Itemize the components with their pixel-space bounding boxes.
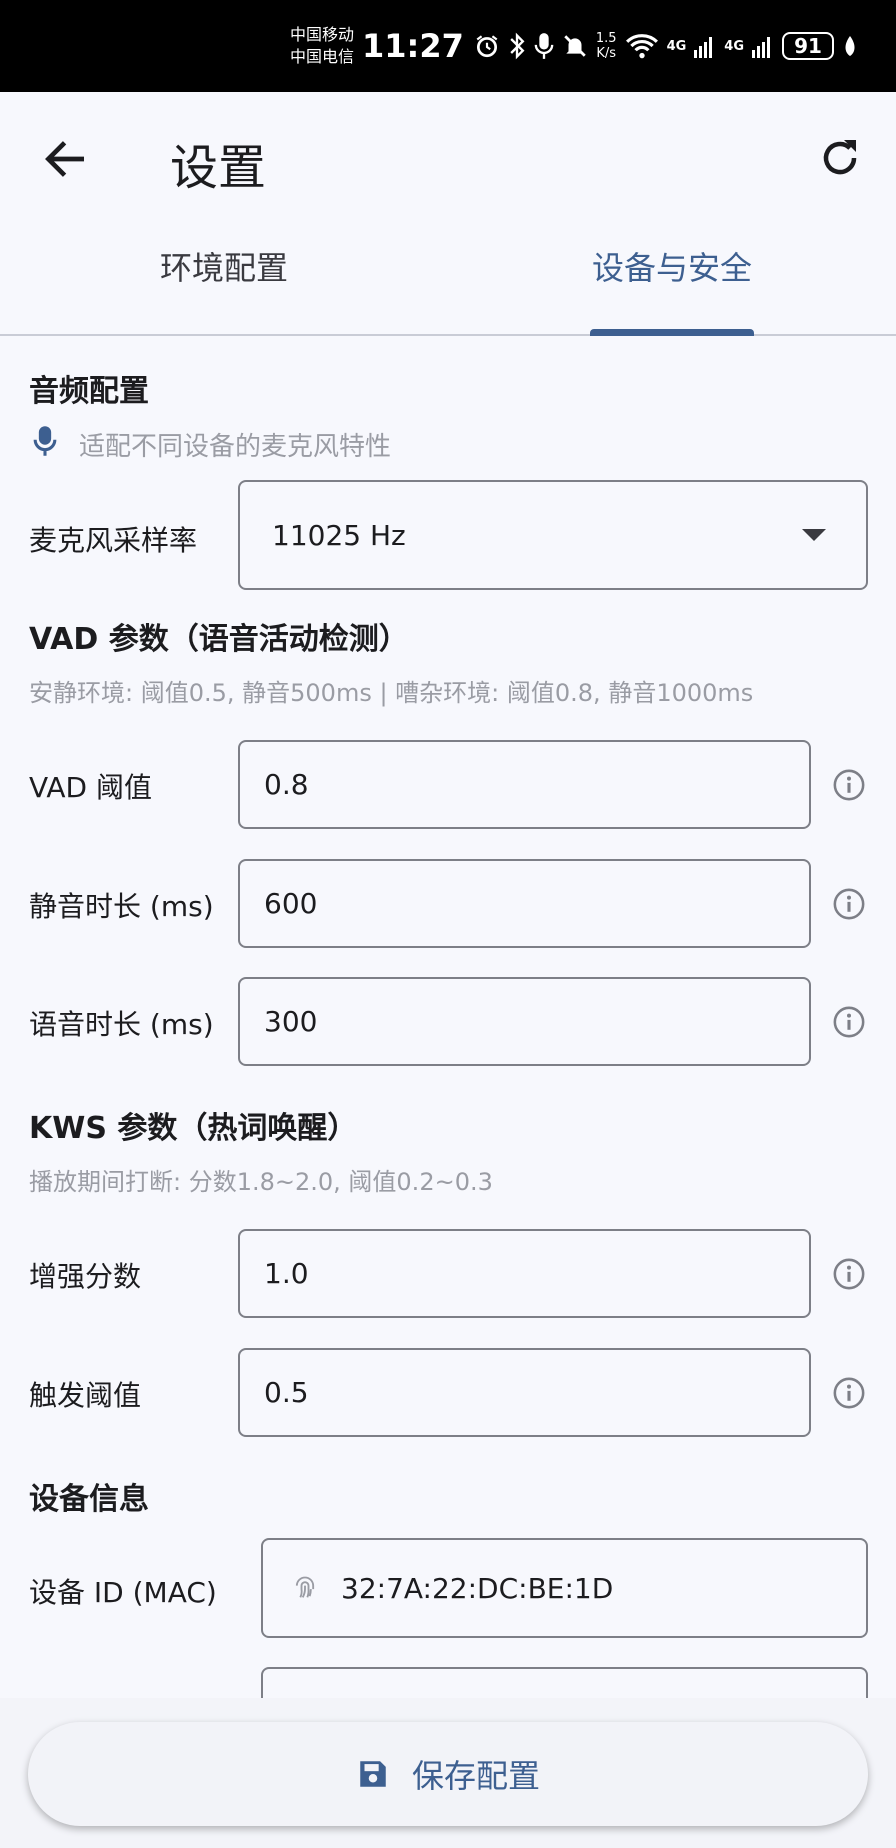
save-icon xyxy=(360,1761,386,1787)
signal-1-label: 4G xyxy=(666,38,687,54)
info-icon[interactable] xyxy=(832,1257,866,1291)
boost-score-value: 1.0 xyxy=(264,1257,309,1290)
sample-rate-label: 麦克风采样率 xyxy=(29,524,198,557)
silence-duration-input[interactable]: 600 xyxy=(238,859,811,948)
app-bar: 设置 xyxy=(0,92,896,222)
info-icon[interactable] xyxy=(832,887,866,921)
signal-2-label: 4G xyxy=(724,38,744,54)
vad-threshold-label: VAD 阈值 xyxy=(29,771,152,804)
vad-threshold-value: 0.8 xyxy=(264,768,309,801)
kws-section-title: KWS 参数（热词唤醒） xyxy=(29,1111,358,1146)
tab-device-security-label: 设备与安全 xyxy=(591,249,752,287)
page-title: 设置 xyxy=(170,140,267,196)
info-icon[interactable] xyxy=(832,1005,866,1039)
sample-rate-select[interactable]: 11025 Hz xyxy=(238,480,868,590)
boost-score-label: 增强分数 xyxy=(29,1260,142,1293)
info-icon[interactable] xyxy=(832,768,866,802)
fingerprint-icon xyxy=(295,1576,315,1598)
wifi-icon xyxy=(625,34,658,59)
trigger-threshold-input[interactable]: 0.5 xyxy=(238,1348,811,1437)
silence-duration-label: 静音时长 (ms) xyxy=(29,890,214,923)
device-id-value: 32:7A:22:DC:BE:1D xyxy=(341,1571,614,1605)
device-section-title: 设备信息 xyxy=(29,1482,149,1517)
battery-indicator: 91 xyxy=(782,32,834,60)
silence-duration-value: 600 xyxy=(264,887,318,920)
net-speed-unit: K/s xyxy=(596,46,617,61)
net-speed-value: 1.5 xyxy=(595,31,617,46)
speech-duration-label: 语音时长 (ms) xyxy=(29,1008,214,1041)
net-speed: 1.5 K/s xyxy=(596,31,617,61)
speech-duration-input[interactable]: 300 xyxy=(238,977,811,1066)
status-bar: 中国移动 中国电信 11:27 1.5 K/s 4G 4G 91 xyxy=(0,0,896,92)
vad-threshold-input[interactable]: 0.8 xyxy=(238,740,811,829)
tab-device-security[interactable]: 设备与安全 xyxy=(448,222,896,336)
leaf-icon xyxy=(845,36,855,56)
alarm-icon xyxy=(476,35,498,58)
microphone-icon xyxy=(33,426,57,456)
signal-1-icon xyxy=(694,37,713,58)
kws-hint: 播放期间打断: 分数1.8~2.0, 阈值0.2~0.3 xyxy=(29,1168,493,1196)
microphone-icon xyxy=(534,33,554,59)
chevron-down-icon xyxy=(802,529,826,541)
status-time: 11:27 xyxy=(362,27,464,65)
vad-section-title: VAD 参数（语音活动检测） xyxy=(29,622,409,657)
trigger-threshold-label: 触发阈值 xyxy=(29,1379,142,1412)
audio-hint: 适配不同设备的麦克风特性 xyxy=(79,432,392,462)
tab-indicator xyxy=(590,329,754,336)
tab-bar: 环境配置 设备与安全 xyxy=(0,222,896,336)
info-icon[interactable] xyxy=(832,1376,866,1410)
tab-environment[interactable]: 环境配置 xyxy=(0,222,448,334)
speech-duration-value: 300 xyxy=(264,1005,318,1038)
carrier-2: 中国电信 xyxy=(290,47,355,66)
signal-2-icon xyxy=(752,37,770,58)
audio-section-title: 音频配置 xyxy=(29,374,149,409)
carrier-info: 中国移动 中国电信 xyxy=(290,24,354,68)
mute-bell-icon xyxy=(564,35,586,57)
device-id-label: 设备 ID (MAC) xyxy=(29,1576,217,1609)
save-config-label: 保存配置 xyxy=(411,1757,540,1795)
trigger-threshold-value: 0.5 xyxy=(264,1376,309,1409)
carrier-1: 中国移动 xyxy=(290,25,355,44)
sample-rate-value: 11025 Hz xyxy=(272,518,406,552)
refresh-icon[interactable] xyxy=(816,134,864,182)
tab-environment-label: 环境配置 xyxy=(159,249,288,287)
device-id-field[interactable]: 32:7A:22:DC:BE:1D xyxy=(261,1538,868,1638)
boost-score-input[interactable]: 1.0 xyxy=(238,1229,811,1318)
back-arrow-icon[interactable] xyxy=(40,134,90,184)
save-config-button[interactable]: 保存配置 xyxy=(28,1722,868,1826)
bluetooth-icon xyxy=(510,32,525,60)
vad-hint: 安静环境: 阈值0.5, 静音500ms | 嘈杂环境: 阈值0.8, 静音10… xyxy=(29,679,754,707)
